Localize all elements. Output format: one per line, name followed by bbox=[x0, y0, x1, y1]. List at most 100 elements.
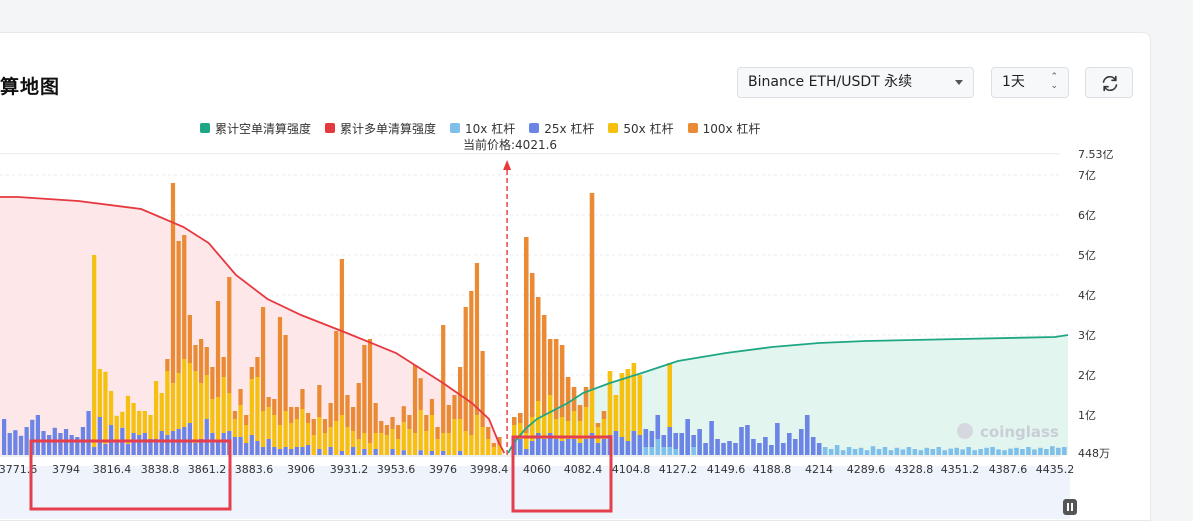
liquidation-bar bbox=[727, 441, 732, 455]
x-tick-label: 3861.2 bbox=[188, 463, 227, 476]
liquidation-bar bbox=[541, 415, 547, 439]
liquidation-bar bbox=[390, 417, 395, 429]
liquidation-bar bbox=[649, 447, 655, 455]
liquidation-bar bbox=[305, 413, 311, 423]
liquidation-bar bbox=[13, 430, 18, 455]
x-tick-label: 4188.8 bbox=[753, 463, 792, 476]
legend-label: 累计空单清算强度 bbox=[215, 121, 312, 136]
liquidation-bar bbox=[379, 433, 384, 455]
liquidation-bar bbox=[888, 450, 894, 455]
liquidation-bar bbox=[311, 435, 316, 455]
liquidation-bar bbox=[232, 411, 238, 419]
legend-item[interactable]: 25x 杠杆 bbox=[529, 119, 594, 137]
liquidation-bar bbox=[595, 427, 601, 443]
liquidation-bar bbox=[435, 427, 440, 439]
liquidation-bar bbox=[512, 417, 517, 425]
liquidation-bar bbox=[625, 441, 631, 455]
liquidation-bar bbox=[474, 415, 480, 455]
liquidation-bar bbox=[47, 435, 52, 455]
legend-item[interactable]: 累计多单清算强度 bbox=[325, 119, 436, 137]
liquidation-bar bbox=[452, 395, 457, 419]
watermark-text: coinglass bbox=[980, 423, 1059, 441]
liquidation-bar bbox=[918, 450, 924, 455]
interval-select[interactable]: 1天 ⌃ ⌄ bbox=[991, 67, 1069, 98]
liquidation-bar bbox=[1008, 448, 1013, 455]
liquidation-bar bbox=[429, 415, 435, 451]
liquidation-bar bbox=[667, 447, 673, 455]
liquidation-bar bbox=[1050, 446, 1055, 455]
liquidation-bar bbox=[565, 377, 571, 421]
liquidation-bar bbox=[1056, 447, 1061, 455]
liquidation-bar bbox=[960, 449, 965, 455]
liquidation-bar bbox=[769, 445, 774, 455]
legend-item[interactable]: 10x 杠杆 bbox=[450, 119, 515, 137]
liquidation-bar bbox=[373, 449, 378, 455]
liquidation-bar bbox=[787, 433, 792, 455]
liquidation-bar bbox=[559, 441, 565, 455]
liquidation-bar bbox=[384, 435, 390, 455]
liquidation-bar bbox=[35, 415, 41, 455]
liquidation-bar bbox=[775, 423, 780, 455]
y-tick-label: 7.53亿 bbox=[1078, 150, 1114, 161]
x-tick-label: 4387.6 bbox=[989, 463, 1028, 476]
liquidation-bar bbox=[529, 441, 535, 455]
pause-button[interactable] bbox=[1063, 499, 1077, 515]
liquidation-bar bbox=[41, 431, 46, 455]
liquidation-bar bbox=[283, 335, 288, 411]
liquidation-bar bbox=[446, 405, 451, 433]
liquidation-bar bbox=[912, 449, 918, 455]
liquidation-bar bbox=[165, 435, 170, 455]
liquidation-bar bbox=[215, 301, 221, 397]
legend-item[interactable]: 100x 杠杆 bbox=[687, 119, 760, 137]
legend-item[interactable]: 50x 杠杆 bbox=[608, 119, 674, 137]
liquidation-bar bbox=[996, 449, 1001, 455]
liquidation-bar bbox=[667, 427, 673, 447]
liquidation-bar bbox=[367, 443, 373, 455]
up-down-arrows-icon: ⌃ ⌄ bbox=[1050, 72, 1058, 91]
exchange-select[interactable]: Binance ETH/USDT 永续 bbox=[737, 67, 974, 98]
liquidation-bar bbox=[1044, 449, 1049, 455]
liquidation-bar bbox=[691, 435, 696, 447]
liquidation-bar bbox=[834, 445, 840, 455]
liquidation-bar bbox=[810, 437, 816, 455]
x-tick-label: 3838.8 bbox=[141, 463, 180, 476]
y-tick-label: 2亿 bbox=[1078, 369, 1096, 382]
liquidation-bar bbox=[328, 427, 333, 447]
y-tick-label: 448万 bbox=[1078, 447, 1110, 460]
liquidation-bar bbox=[1062, 447, 1067, 455]
liquidation-bar bbox=[232, 437, 238, 455]
liquidation-bar bbox=[966, 447, 971, 455]
liquidation-bar bbox=[148, 415, 153, 439]
legend-swatch bbox=[529, 123, 540, 133]
liquidation-bar bbox=[418, 450, 423, 455]
x-tick-label: 3931.2 bbox=[330, 463, 369, 476]
x-tick-label: 4351.2 bbox=[941, 463, 980, 476]
liquidation-bar bbox=[300, 389, 305, 409]
liquidation-bar bbox=[643, 447, 649, 455]
liquidation-bar bbox=[294, 419, 299, 447]
liquidation-bar bbox=[396, 425, 401, 439]
liquidation-bar bbox=[125, 395, 131, 444]
legend-item[interactable]: 累计空单清算强度 bbox=[200, 119, 311, 137]
legend-label: 25x 杠杆 bbox=[544, 121, 595, 136]
refresh-button[interactable] bbox=[1085, 67, 1133, 98]
liquidation-bar bbox=[619, 437, 625, 455]
liquidation-heatmap-chart[interactable]: 448万1亿2亿3亿4亿5亿6亿7亿7.53亿3771.6 3794 3816.4 3… bbox=[0, 150, 1193, 519]
liquidation-bar bbox=[277, 425, 283, 449]
liquidation-bar bbox=[463, 431, 468, 455]
liquidation-bar bbox=[463, 307, 468, 431]
liquidation-bar bbox=[798, 429, 804, 455]
liquidation-bar bbox=[283, 411, 288, 447]
liquidation-bar bbox=[165, 359, 170, 371]
liquidation-bar bbox=[948, 448, 954, 455]
liquidation-bar bbox=[984, 447, 989, 455]
liquidation-bar bbox=[424, 431, 429, 455]
x-tick-label: 3976 bbox=[429, 463, 457, 476]
liquidation-bar bbox=[277, 449, 283, 455]
x-tick-label: 3953.6 bbox=[377, 463, 416, 476]
liquidation-bar bbox=[757, 443, 762, 455]
liquidation-bar bbox=[199, 339, 204, 383]
liquidation-bar bbox=[373, 433, 378, 449]
liquidation-bar bbox=[221, 433, 226, 455]
liquidation-bar bbox=[517, 413, 523, 423]
